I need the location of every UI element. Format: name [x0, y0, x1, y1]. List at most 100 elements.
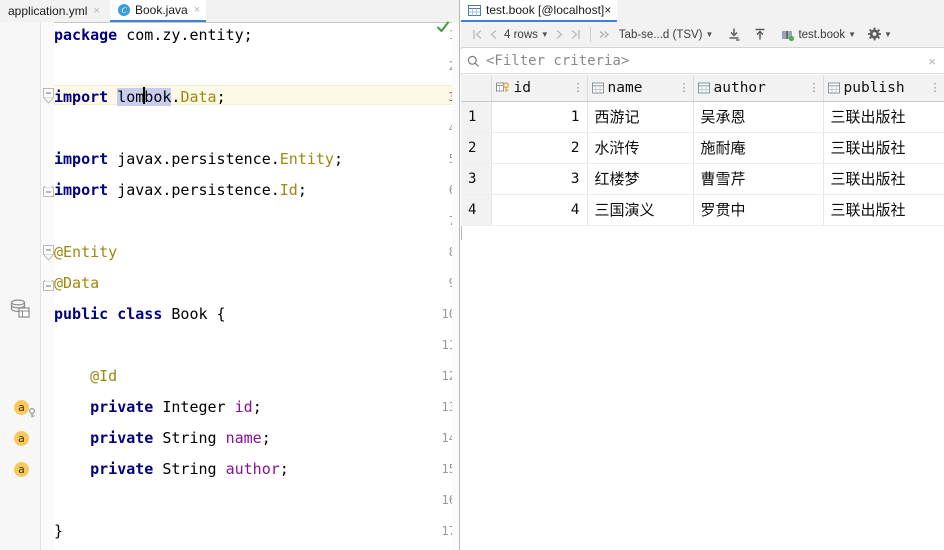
- column-menu-icon[interactable]: ⋮: [679, 81, 690, 94]
- empty-result-area: [461, 240, 944, 550]
- datasource-selector[interactable]: test.book ▼: [781, 28, 856, 42]
- tab-book-java[interactable]: C Book.java ×: [110, 0, 207, 22]
- column-menu-icon[interactable]: ⋮: [573, 81, 584, 94]
- cell-author[interactable]: 施耐庵: [693, 132, 824, 164]
- app-window: application.yml × C Book.java × 12345678…: [0, 0, 944, 550]
- cell-author[interactable]: 曹雪芹: [693, 163, 824, 195]
- db-toolbar: 4 rows ▼ Tab-se...d (TSV) ▼ test.book ▼ …: [461, 22, 944, 48]
- code-editor-pane: application.yml × C Book.java × 12345678…: [0, 0, 460, 550]
- code-token: ;: [252, 398, 262, 416]
- code-token: ;: [297, 181, 307, 199]
- cell-name[interactable]: 水浒传: [587, 132, 694, 164]
- result-grid: id ⋮ name ⋮ author ⋮ publish ⋮ 1 1 西游记 吴…: [461, 75, 944, 226]
- table-row[interactable]: 2 2 水浒传 施耐庵 三联出版社: [461, 132, 944, 164]
- cell-author[interactable]: 吴承恩: [693, 101, 824, 133]
- import-data-icon[interactable]: [751, 27, 769, 42]
- column-menu-icon[interactable]: ⋮: [930, 81, 941, 94]
- code-line[interactable]: import javax.persistence.Id;: [54, 180, 307, 200]
- cell-name[interactable]: 红楼梦: [587, 163, 694, 195]
- code-line[interactable]: @Entity: [54, 242, 117, 262]
- fold-marker-collapsed[interactable]: [43, 88, 54, 104]
- column-header-name[interactable]: name ⋮: [587, 75, 694, 102]
- java-class-icon: C: [118, 4, 130, 16]
- column-header-label: publish: [843, 79, 905, 96]
- code-line[interactable]: import javax.persistence.Entity;: [54, 149, 343, 169]
- lombok-accessor-badge-key[interactable]: a: [14, 400, 29, 415]
- code-text-area[interactable]: package com.zy.entity; import lombok.Data…: [54, 22, 454, 550]
- tab-application-yml[interactable]: application.yml ×: [0, 0, 106, 22]
- rows-count-dropdown[interactable]: 4 rows ▼: [504, 29, 549, 41]
- primary-key-icon: [495, 81, 510, 94]
- table-row[interactable]: 3 3 红楼梦 曹雪芹 三联出版社: [461, 163, 944, 195]
- filter-bar[interactable]: <Filter criteria> ×: [461, 49, 944, 74]
- cell-publish[interactable]: 三联出版社: [823, 194, 944, 226]
- table-row[interactable]: 1 1 西游记 吴承恩 三联出版社: [461, 101, 944, 133]
- chevron-double-right-icon[interactable]: [597, 28, 613, 41]
- fold-marker-expanded[interactable]: [43, 276, 54, 291]
- fold-marker-expanded[interactable]: [43, 182, 54, 197]
- code-token: @Entity: [54, 243, 118, 261]
- editor-tab-bar: application.yml × C Book.java ×: [0, 0, 460, 23]
- code-line[interactable]: package com.zy.entity;: [54, 25, 253, 45]
- format-dropdown[interactable]: Tab-se...d (TSV) ▼: [619, 29, 714, 41]
- row-number-cell[interactable]: 3: [461, 163, 492, 195]
- pane-divider[interactable]: [459, 0, 460, 550]
- toolbar-separator: [589, 27, 591, 42]
- row-number-cell[interactable]: 4: [461, 194, 492, 226]
- cell-name[interactable]: 西游记: [587, 101, 694, 133]
- lombok-accessor-badge[interactable]: a: [14, 462, 29, 477]
- gear-icon[interactable]: [866, 27, 884, 43]
- code-token: javax.persistence.: [108, 181, 280, 199]
- close-icon[interactable]: ×: [194, 4, 200, 16]
- cell-id[interactable]: 4: [491, 194, 588, 226]
- lombok-accessor-badge[interactable]: a: [14, 431, 29, 446]
- first-page-icon[interactable]: [469, 28, 485, 41]
- search-icon[interactable]: [467, 55, 480, 68]
- close-icon[interactable]: ×: [93, 5, 99, 17]
- ok-check-icon[interactable]: [436, 20, 450, 34]
- row-number-cell[interactable]: 2: [461, 132, 492, 164]
- code-token: com.zy.entity;: [117, 26, 253, 44]
- table-row[interactable]: 4 4 三国演义 罗贯中 三联出版社: [461, 194, 944, 226]
- chevron-down-icon[interactable]: ▼: [884, 30, 892, 39]
- fold-marker-expanded[interactable]: [43, 245, 54, 261]
- filter-input-placeholder[interactable]: <Filter criteria>: [486, 53, 629, 69]
- cell-id[interactable]: 3: [491, 163, 588, 195]
- last-page-icon[interactable]: [568, 28, 584, 41]
- column-header-id[interactable]: id ⋮: [491, 75, 588, 102]
- export-data-icon[interactable]: [725, 27, 743, 42]
- tab-test-book[interactable]: test.book [@localhost] ×: [461, 0, 618, 22]
- code-line[interactable]: public class Book {: [54, 304, 226, 324]
- code-line[interactable]: @Id: [54, 366, 117, 386]
- cell-publish[interactable]: 三联出版社: [823, 163, 944, 195]
- prev-page-icon[interactable]: [485, 28, 501, 41]
- column-header-publish[interactable]: publish ⋮: [823, 75, 944, 102]
- column-header-label: author: [713, 79, 766, 96]
- column-menu-icon[interactable]: ⋮: [809, 81, 820, 94]
- code-line[interactable]: }: [54, 521, 63, 541]
- code-line[interactable]: private Integer id;: [54, 397, 262, 417]
- cell-id[interactable]: 2: [491, 132, 588, 164]
- code-line[interactable]: @Data: [54, 273, 99, 293]
- code-line[interactable]: private String name;: [54, 428, 271, 448]
- cell-id[interactable]: 1: [491, 101, 588, 133]
- next-page-icon[interactable]: [552, 28, 568, 41]
- cell-author[interactable]: 罗贯中: [693, 194, 824, 226]
- column-icon: [827, 82, 840, 94]
- row-number-cell[interactable]: 1: [461, 101, 492, 133]
- cell-name[interactable]: 三国演义: [587, 194, 694, 226]
- cell-publish[interactable]: 三联出版社: [823, 101, 944, 133]
- code-token: private: [90, 398, 154, 416]
- code-token: author: [225, 460, 280, 478]
- column-header-author[interactable]: author ⋮: [693, 75, 824, 102]
- tab-label: application.yml: [8, 4, 88, 18]
- cell-publish[interactable]: 三联出版社: [823, 132, 944, 164]
- clear-filter-icon[interactable]: ×: [928, 54, 936, 69]
- code-line[interactable]: private String author;: [54, 459, 289, 479]
- code-token: }: [54, 522, 64, 540]
- close-icon[interactable]: ×: [604, 3, 611, 17]
- code-line[interactable]: import lombok.Data;: [54, 87, 226, 107]
- entity-table-icon[interactable]: [10, 299, 32, 319]
